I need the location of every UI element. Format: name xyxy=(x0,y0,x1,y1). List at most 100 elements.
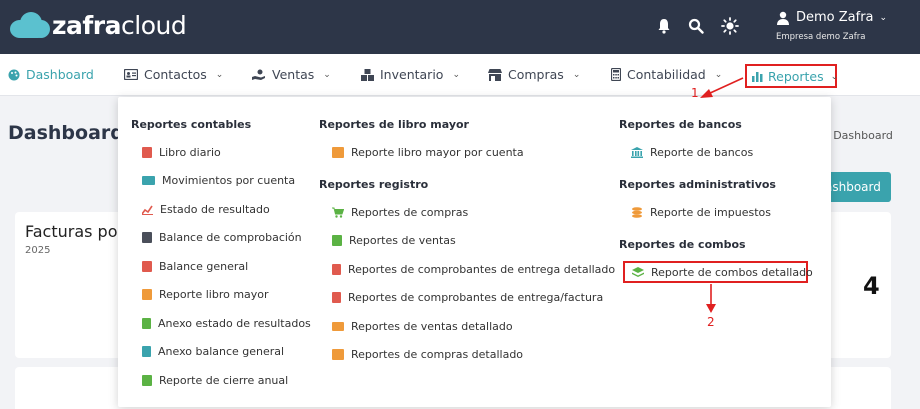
nav-dashboard[interactable]: Dashboard xyxy=(8,67,94,82)
nav-ventas[interactable]: Ventas ⌄ xyxy=(252,67,331,82)
menu-item-comprobantes-entrega-factura[interactable]: Reportes de comprobantes de entrega/fact… xyxy=(332,291,603,304)
chevron-down-icon: ⌄ xyxy=(452,69,460,80)
logo[interactable]: zafracloud xyxy=(10,10,187,40)
menu-item-reportes-de-ventas[interactable]: Reportes de ventas xyxy=(332,234,456,247)
cloud-logo-icon xyxy=(10,10,50,40)
chevron-down-icon: ⌄ xyxy=(215,69,224,80)
menu-item-reporte-de-combos-detallado[interactable]: Reporte de combos detallado xyxy=(623,261,813,283)
card-year: 2025 xyxy=(25,245,51,256)
calculator-icon xyxy=(611,68,621,81)
menu-item-label: Estado de resultado xyxy=(160,203,270,216)
annotation-step-2: 2 xyxy=(707,315,715,329)
chevron-down-icon: ⌄ xyxy=(572,69,581,80)
menu-item-reportes-de-compras-detallado[interactable]: Reportes de compras detallado xyxy=(332,348,523,361)
nav-contactos-label: Contactos xyxy=(144,67,207,82)
search-icon[interactable] xyxy=(686,16,706,36)
menu-item-libro-diario[interactable]: Libro diario xyxy=(142,146,221,159)
menu-item-label: Movimientos por cuenta xyxy=(162,174,296,187)
section-reportes-contables: Reportes contables xyxy=(131,118,252,131)
file-icon xyxy=(142,318,151,329)
menu-item-label: Balance general xyxy=(159,260,249,273)
menu-item-estado-de-resultado[interactable]: Estado de resultado xyxy=(142,203,270,216)
menu-item-label: Reportes de comprobantes de entrega/fact… xyxy=(348,291,604,304)
menu-item-label: Reportes de ventas xyxy=(349,234,456,247)
address-card-icon xyxy=(124,69,138,80)
nav-dashboard-label: Dashboard xyxy=(26,67,94,82)
file-signature-icon xyxy=(142,232,152,243)
breadcrumb[interactable]: / Dashboard xyxy=(826,129,893,142)
user-name: Demo Zafra xyxy=(796,10,874,25)
id-card-icon xyxy=(332,322,344,331)
menu-item-label: Reportes de compras detallado xyxy=(351,348,524,361)
file-signature-icon xyxy=(142,261,152,272)
chevron-down-icon: ⌄ xyxy=(879,12,888,23)
book-icon xyxy=(142,289,152,300)
store-icon xyxy=(488,68,502,81)
menu-item-balance-general[interactable]: Balance general xyxy=(142,260,248,273)
company-name: Empresa demo Zafra xyxy=(776,32,866,42)
menu-item-reportes-de-ventas-detallado[interactable]: Reportes de ventas detallado xyxy=(332,320,513,333)
nav-reportes-label: Reportes xyxy=(768,69,824,84)
menu-item-anexo-estado-de-resultados[interactable]: Anexo estado de resultados xyxy=(142,317,311,330)
top-bar: zafracloud Demo Zafra ⌄ Empresa demo Zaf… xyxy=(0,0,920,54)
menu-item-label: Reportes de compras xyxy=(351,206,469,219)
bell-icon[interactable] xyxy=(654,16,674,36)
nav-inventario-label: Inventario xyxy=(380,67,444,82)
dolly-icon xyxy=(332,349,344,360)
menu-item-libro-mayor-por-cuenta[interactable]: Reporte libro mayor por cuenta xyxy=(332,146,524,159)
card-number: 4 xyxy=(863,272,880,300)
user-icon xyxy=(777,11,789,25)
shopping-bag-icon xyxy=(332,235,342,246)
menu-item-reporte-de-bancos[interactable]: Reporte de bancos xyxy=(631,146,753,159)
nav-inventario[interactable]: Inventario ⌄ xyxy=(361,67,460,82)
chevron-down-icon: ⌄ xyxy=(714,69,723,80)
menu-item-reporte-de-impuestos[interactable]: Reporte de impuestos xyxy=(631,206,771,219)
nav-reportes[interactable]: Reportes ⌄ xyxy=(745,64,839,88)
nav-contabilidad[interactable]: Contabilidad ⌄ xyxy=(611,67,722,82)
menu-item-label: Reportes de comprobantes de entrega deta… xyxy=(348,263,616,276)
boxes-icon xyxy=(361,68,374,81)
card-title: Facturas po xyxy=(25,222,118,241)
logo-text: zafracloud xyxy=(52,10,187,40)
section-reportes-administrativos: Reportes administrativos xyxy=(619,178,776,191)
logo-text-light: cloud xyxy=(121,10,187,40)
menu-item-reporte-libro-mayor[interactable]: Reporte libro mayor xyxy=(142,288,269,301)
menu-item-movimientos-por-cuenta[interactable]: Movimientos por cuenta xyxy=(142,174,295,187)
user-menu[interactable]: Demo Zafra ⌄ Empresa demo Zafra xyxy=(776,10,887,42)
menu-item-comprobantes-entrega-detallado[interactable]: Reportes de comprobantes de entrega deta… xyxy=(332,263,615,276)
menu-item-label: Reporte de combos detallado xyxy=(651,266,813,279)
section-reportes-de-bancos: Reportes de bancos xyxy=(619,118,742,131)
chevron-down-icon: ⌄ xyxy=(323,69,331,80)
section-reportes-libro-mayor: Reportes de libro mayor xyxy=(319,118,469,131)
menu-item-label: Anexo estado de resultados xyxy=(158,317,311,330)
menu-item-label: Libro diario xyxy=(159,146,221,159)
menu-item-label: Reporte libro mayor por cuenta xyxy=(351,146,524,159)
nav-contactos[interactable]: Contactos ⌄ xyxy=(124,67,223,82)
logo-text-bold: zafra xyxy=(52,10,122,40)
nav-contabilidad-label: Contabilidad xyxy=(627,67,706,82)
menu-item-label: Reporte de bancos xyxy=(650,146,754,159)
file-signature-icon xyxy=(332,147,344,158)
menu-item-anexo-balance-general[interactable]: Anexo balance general xyxy=(142,345,284,358)
clipboard-icon xyxy=(332,292,341,303)
chevron-down-icon: ⌄ xyxy=(830,71,839,82)
book-icon xyxy=(142,147,152,158)
menu-item-label: Anexo balance general xyxy=(158,345,285,358)
menu-item-label: Reporte libro mayor xyxy=(159,288,269,301)
menu-item-balance-de-comprobacion[interactable]: Balance de comprobación xyxy=(142,231,302,244)
palette-icon xyxy=(8,69,20,80)
sun-icon[interactable] xyxy=(720,16,740,36)
menu-item-reportes-de-compras[interactable]: Reportes de compras xyxy=(332,206,468,219)
bar-chart-icon xyxy=(752,72,763,82)
menu-item-label: Balance de comprobación xyxy=(159,231,302,244)
cart-icon xyxy=(332,207,344,218)
nav-compras-label: Compras xyxy=(508,67,564,82)
menu-item-reporte-de-cierre-anual[interactable]: Reporte de cierre anual xyxy=(142,374,288,387)
reportes-dropdown: Reportes contables Libro diario Movimien… xyxy=(118,97,831,407)
nav-ventas-label: Ventas xyxy=(272,67,315,82)
hand-holding-icon xyxy=(252,69,265,80)
clipboard-icon xyxy=(332,264,341,275)
section-reportes-de-combos: Reportes de combos xyxy=(619,238,746,251)
nav-compras[interactable]: Compras ⌄ xyxy=(488,67,580,82)
menu-item-label: Reporte de cierre anual xyxy=(159,374,289,387)
